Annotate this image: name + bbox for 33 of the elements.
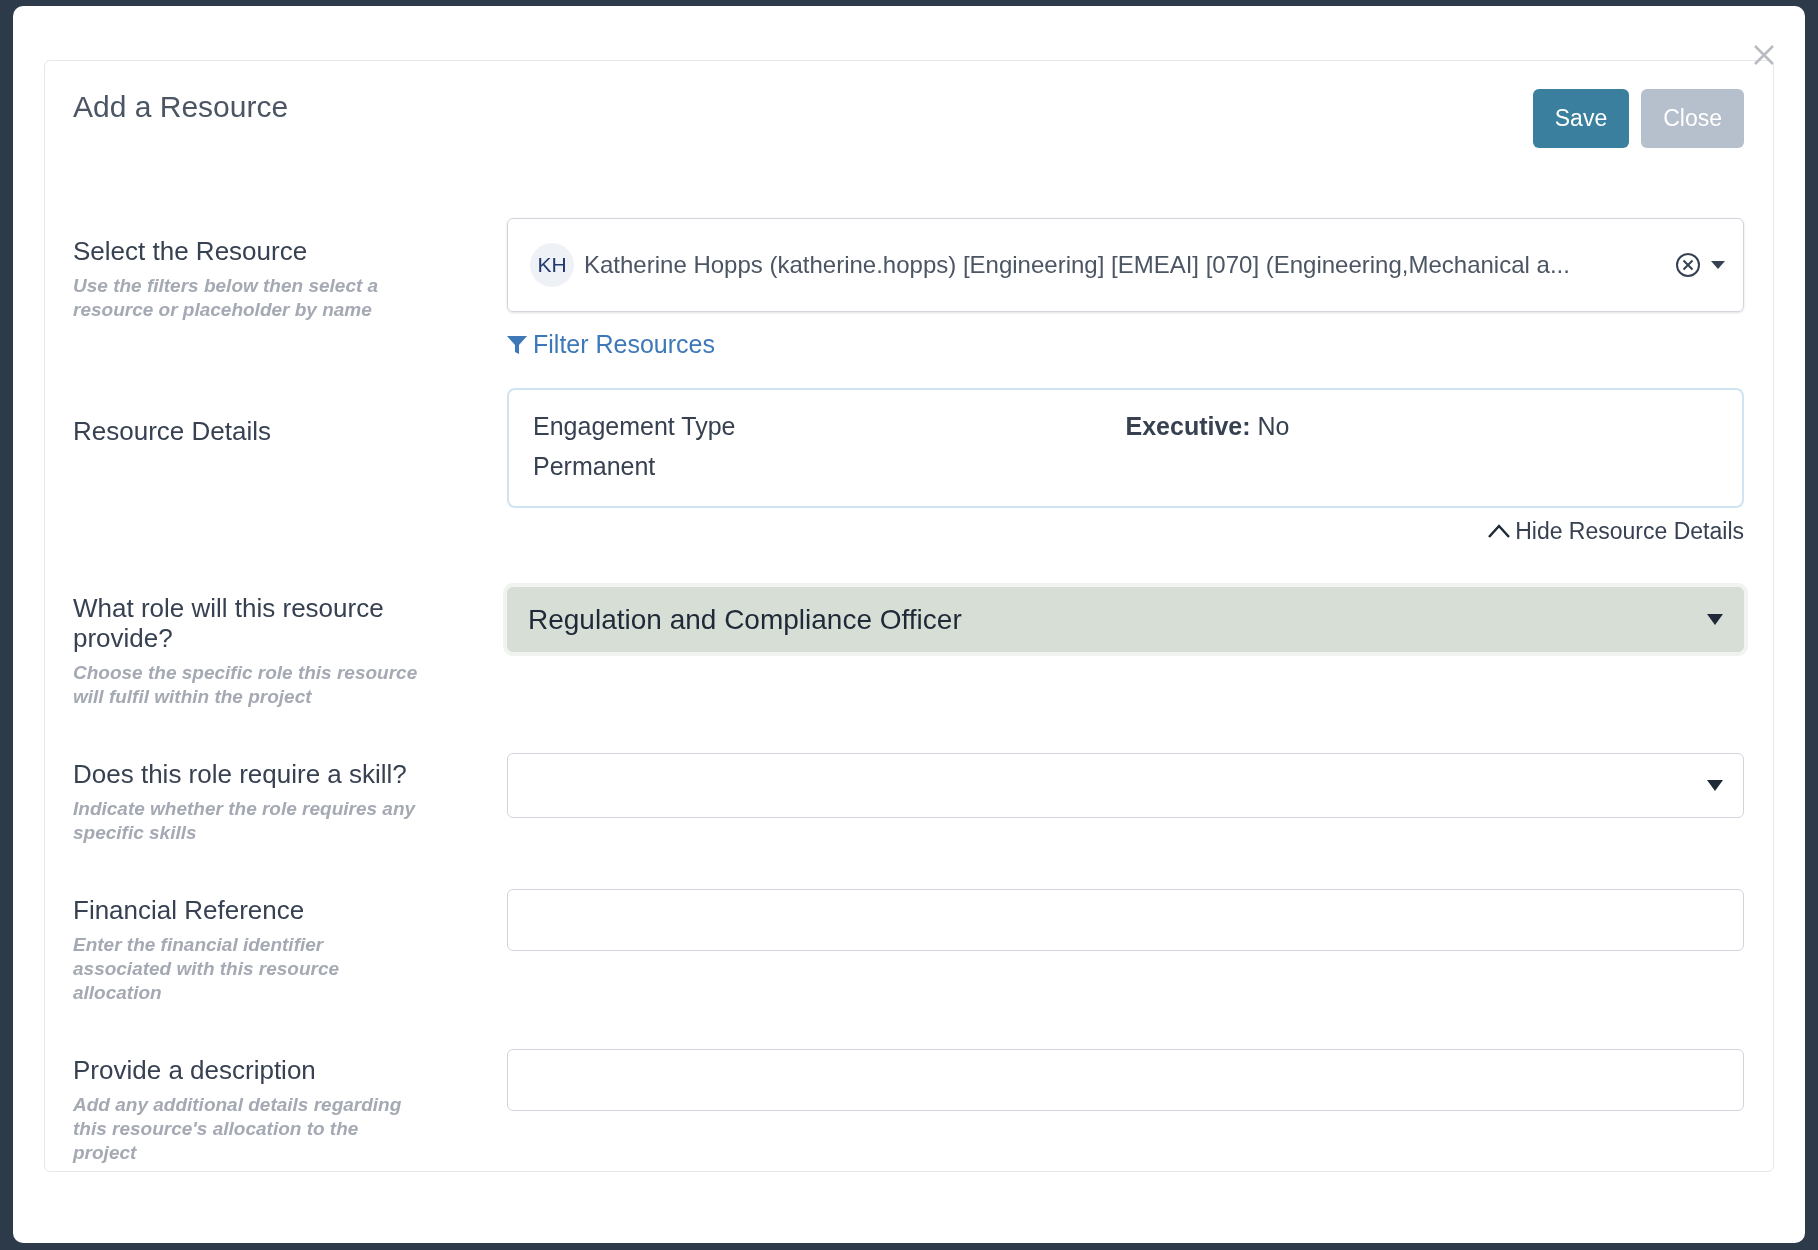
field-label: Provide a description (73, 1055, 317, 1085)
filter-icon (507, 334, 527, 355)
detail-value: No (1257, 411, 1290, 440)
input-field[interactable] (507, 889, 1744, 951)
dropdown-field[interactable] (507, 753, 1744, 818)
field-label: Resource Details (73, 414, 272, 446)
save-button[interactable]: Save (1532, 89, 1630, 148)
detail-value: Permanent (533, 450, 657, 482)
avatar-initials: KH (530, 243, 574, 287)
field-hint: Add any additional details regarding this resource's allocation to the project (73, 1093, 403, 1165)
caret-icon[interactable] (1711, 261, 1725, 269)
dialog-title: Add a Resource (73, 89, 289, 125)
field-hint: Use the filters below then select a resource or placeholder by name (73, 274, 380, 322)
selected-value: Katherine Hopps (katherine.hopps) [Engineering] [EMEAI] [070] (Engineering,Mechanical a... (584, 250, 1571, 280)
field-hint: Enter the financial identifier associated with this resource allocation (73, 933, 341, 1005)
field-label: Financial Reference (73, 895, 306, 925)
toggle-details-link[interactable]: Hide Resource Details (1487, 513, 1744, 548)
chevron-icon (1487, 523, 1512, 538)
caret-icon (1707, 614, 1723, 625)
field-label: Does this role require a skill? (73, 759, 408, 789)
selected-value: Regulation and Compliance Officer (528, 602, 963, 637)
input-field[interactable] (507, 1049, 1744, 1111)
detail-name: Executive: (1125, 411, 1251, 440)
close-icon[interactable] (1753, 44, 1775, 66)
filter-resources-link[interactable]: Filter Resources (507, 326, 715, 364)
caret-icon (1707, 780, 1723, 791)
field-hint: Indicate whether the role requires any specific skills (73, 797, 417, 845)
detail-name: Engagement Type (533, 410, 737, 442)
resource-select[interactable]: KH Katherine Hopps (katherine.hopps) [Engineering] [EMEAI] [070] (Engineering,Mechanical a... (507, 218, 1744, 312)
field-hint: Choose the specific role this resource will fulfil within the project (73, 661, 419, 709)
field-label: Select the Resource (73, 235, 309, 266)
field-label: What role will this resource provide? (73, 593, 385, 653)
clear-icon[interactable] (1675, 252, 1701, 278)
